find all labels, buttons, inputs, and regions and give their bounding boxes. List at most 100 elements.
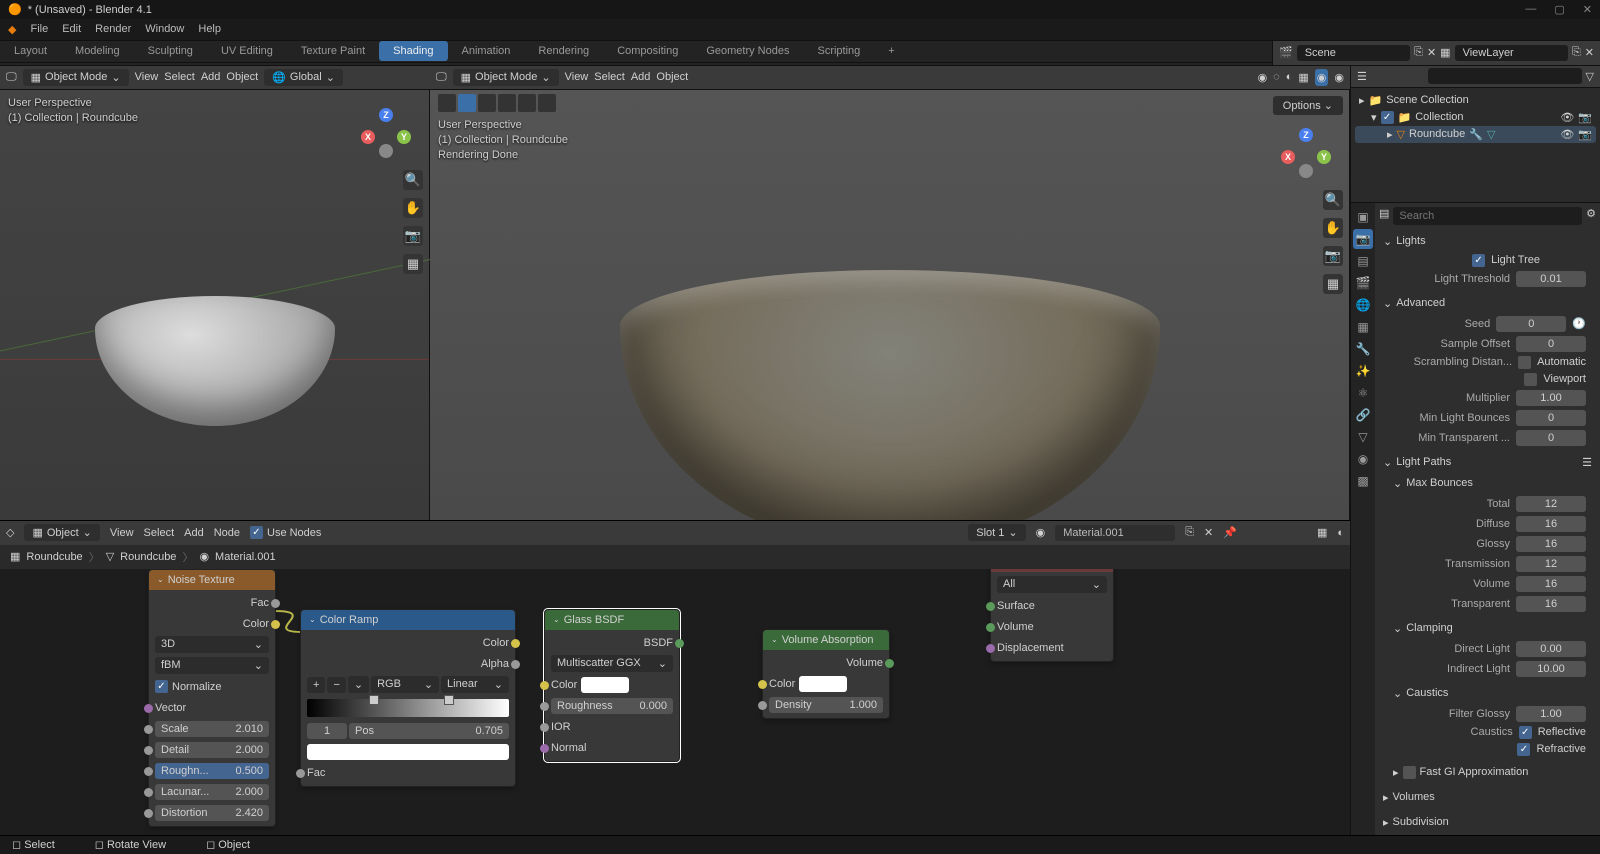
- section-max-bounces[interactable]: ⌄Max Bounces: [1381, 473, 1594, 494]
- sample-offset[interactable]: 0: [1516, 336, 1586, 352]
- outliner-row-roundcube[interactable]: ▸▽Roundcube🔧▽👁📷: [1355, 126, 1596, 143]
- proptab-render-icon[interactable]: ▣: [1353, 207, 1373, 227]
- tab-geometry-nodes[interactable]: Geometry Nodes: [692, 41, 803, 61]
- snap-icon[interactable]: ▦: [1317, 526, 1327, 539]
- proptab-object-icon[interactable]: ▦: [1353, 317, 1373, 337]
- caustics-reflective-check[interactable]: ✓: [1519, 726, 1532, 739]
- noise-dim[interactable]: 3D⌄: [155, 636, 269, 653]
- proptab-physics-icon[interactable]: ⚛: [1353, 383, 1373, 403]
- noise-distortion[interactable]: Distortion2.420: [155, 805, 269, 821]
- pan-icon[interactable]: ✋: [403, 198, 423, 218]
- ramp-mode[interactable]: RGB⌄: [371, 676, 439, 693]
- breadcrumb-home-icon[interactable]: ▦: [10, 550, 20, 563]
- breadcrumb-mesh[interactable]: Roundcube: [120, 551, 176, 563]
- caustics-refractive-check[interactable]: ✓: [1517, 743, 1530, 756]
- node-noise-texture[interactable]: ⌄Noise Texture Fac Color 3D⌄ fBM⌄ ✓Norma…: [148, 569, 276, 827]
- zoom-icon-2[interactable]: 🔍: [1323, 190, 1343, 210]
- viewport-options[interactable]: Options ⌄: [1273, 96, 1343, 115]
- material-unlink-icon[interactable]: ✕: [1204, 526, 1213, 539]
- ramp-pos[interactable]: Pos0.705: [349, 723, 509, 739]
- tab-rendering[interactable]: Rendering: [524, 41, 603, 61]
- shading-solid-icon[interactable]: ◉: [1258, 71, 1268, 84]
- camera-icon[interactable]: 📷: [403, 226, 423, 246]
- node-menu-node[interactable]: Node: [214, 527, 240, 539]
- node-menu-view[interactable]: View: [110, 527, 134, 539]
- close-button[interactable]: ✕: [1583, 3, 1592, 16]
- xray-icon[interactable]: ▦: [1298, 71, 1308, 84]
- menu-window[interactable]: Window: [145, 23, 184, 35]
- outliner-search[interactable]: [1428, 68, 1582, 84]
- orientation-select[interactable]: 🌐Global⌄: [264, 69, 343, 86]
- viewport-solid[interactable]: User Perspective (1) Collection | Roundc…: [0, 90, 430, 520]
- bounces-transmission[interactable]: 12: [1516, 556, 1586, 572]
- breadcrumb-obj[interactable]: Roundcube: [26, 551, 82, 563]
- vp2-menu-view[interactable]: View: [565, 71, 589, 83]
- tab-add[interactable]: +: [874, 41, 908, 61]
- node-canvas[interactable]: ⌄Noise Texture Fac Color 3D⌄ fBM⌄ ✓Norma…: [0, 569, 1350, 835]
- vol-color-swatch[interactable]: [799, 676, 847, 692]
- normalize-checkbox[interactable]: ✓: [155, 680, 168, 693]
- node-type-select[interactable]: ▦Object⌄: [24, 524, 99, 541]
- shading-wire-icon[interactable]: ◌: [1273, 71, 1280, 83]
- tab-layout[interactable]: Layout: [0, 41, 61, 61]
- pan-icon-2[interactable]: ✋: [1323, 218, 1343, 238]
- scene-name[interactable]: Scene: [1297, 45, 1410, 61]
- node-glass-bsdf[interactable]: ⌄Glass BSDF BSDF Multiscatter GGX⌄ Color…: [544, 609, 680, 762]
- slot-select[interactable]: Slot 1⌄: [968, 524, 1025, 541]
- proptab-data-icon[interactable]: ▽: [1353, 427, 1373, 447]
- clamp-direct[interactable]: 0.00: [1516, 641, 1586, 657]
- min-light-bounces[interactable]: 0: [1516, 410, 1586, 426]
- proptab-scene-icon[interactable]: 🎬: [1353, 273, 1373, 293]
- preset-icon[interactable]: ☰: [1582, 456, 1592, 469]
- section-clamping[interactable]: ⌄Clamping: [1381, 618, 1594, 639]
- tab-compositing[interactable]: Compositing: [603, 41, 692, 61]
- proptab-modifier-icon[interactable]: 🔧: [1353, 339, 1373, 359]
- camera-icon-2[interactable]: 📷: [1323, 246, 1343, 266]
- vp-menu-add[interactable]: Add: [201, 71, 221, 83]
- seed-anim-icon[interactable]: 🕐: [1572, 317, 1586, 330]
- node-menu-add[interactable]: Add: [184, 527, 204, 539]
- vp2-menu-add[interactable]: Add: [631, 71, 651, 83]
- section-volumes[interactable]: ▸Volumes: [1381, 787, 1594, 808]
- props-settings-icon[interactable]: ▤: [1379, 207, 1389, 225]
- overlay-toggle-icon[interactable]: ◐: [1286, 71, 1293, 83]
- ramp-interp[interactable]: Linear⌄: [441, 676, 509, 693]
- breadcrumb-mat[interactable]: Material.001: [215, 551, 276, 563]
- maximize-button[interactable]: ▢: [1554, 3, 1564, 16]
- ramp-index[interactable]: 1: [307, 723, 347, 739]
- ramp-menu[interactable]: ⌄: [348, 676, 369, 693]
- vp2-menu-object[interactable]: Object: [656, 71, 688, 83]
- use-nodes-checkbox[interactable]: ✓Use Nodes: [250, 526, 321, 539]
- color-ramp-gradient[interactable]: [307, 699, 509, 717]
- properties-panel[interactable]: ▤ ⚙ ⌄Lights ✓Light Tree Light Threshold0…: [1375, 203, 1600, 835]
- bounces-transparent[interactable]: 16: [1516, 596, 1586, 612]
- proptab-world-icon[interactable]: 🌐: [1353, 295, 1373, 315]
- node-color-ramp[interactable]: ⌄Color Ramp Color Alpha + − ⌄ RGB⌄ Linea…: [300, 609, 516, 787]
- proptab-particle-icon[interactable]: ✨: [1353, 361, 1373, 381]
- clamp-indirect[interactable]: 10.00: [1516, 661, 1586, 677]
- bounces-glossy[interactable]: 16: [1516, 536, 1586, 552]
- tab-modeling[interactable]: Modeling: [61, 41, 134, 61]
- material-name[interactable]: Material.001: [1055, 525, 1175, 541]
- multiplier[interactable]: 1.00: [1516, 390, 1586, 406]
- glass-dist[interactable]: Multiscatter GGX⌄: [551, 655, 673, 672]
- zoom-icon[interactable]: 🔍: [403, 170, 423, 190]
- mode-select-2[interactable]: ▦Object Mode⌄: [453, 69, 559, 86]
- outliner-filter-icon[interactable]: ▽: [1586, 70, 1594, 83]
- overlay-node-icon[interactable]: ◐: [1337, 527, 1344, 539]
- tab-animation[interactable]: Animation: [448, 41, 525, 61]
- minimize-button[interactable]: —: [1525, 3, 1536, 16]
- scene-icon[interactable]: 🎬: [1279, 46, 1293, 59]
- scramble-viewport-check[interactable]: [1524, 373, 1537, 386]
- proptab-viewlayer-icon[interactable]: ▤: [1353, 251, 1373, 271]
- menu-help[interactable]: Help: [198, 23, 221, 35]
- nav-gizmo[interactable]: Z X Y: [361, 108, 411, 158]
- bounces-total[interactable]: 12: [1516, 496, 1586, 512]
- outliner-type-icon[interactable]: ☰: [1357, 70, 1367, 83]
- proptab-output-icon[interactable]: 📷: [1353, 229, 1373, 249]
- node-menu-select[interactable]: Select: [144, 527, 175, 539]
- proptab-constraint-icon[interactable]: 🔗: [1353, 405, 1373, 425]
- outliner[interactable]: ▸📁Scene Collection ▾✓📁Collection👁📷 ▸▽Rou…: [1351, 88, 1600, 203]
- vol-density[interactable]: Density1.000: [769, 697, 883, 713]
- viewlayer-new-icon[interactable]: ⎘: [1572, 46, 1581, 59]
